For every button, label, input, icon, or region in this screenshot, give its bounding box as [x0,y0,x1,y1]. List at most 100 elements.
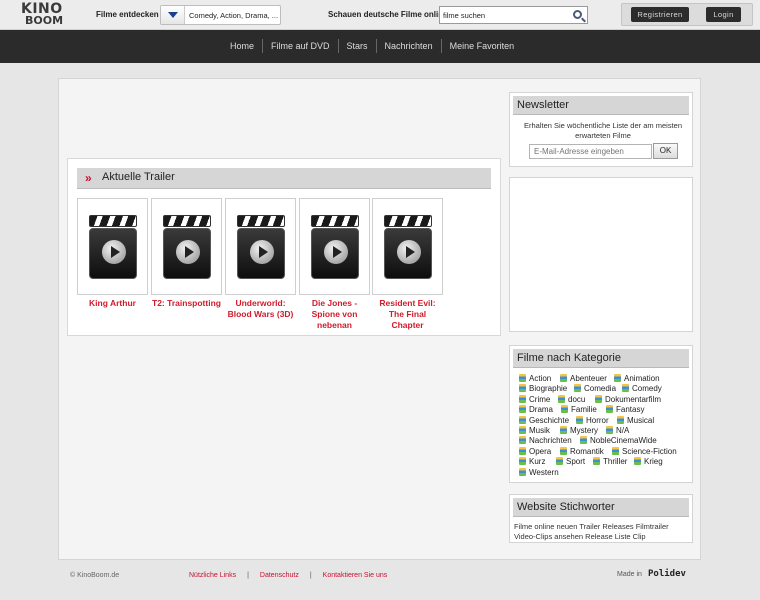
newsletter-panel: Newsletter Erhalten Sie wöchentliche Lis… [509,92,693,167]
category-link[interactable]: Opera [519,446,552,457]
category-book-icon [612,446,619,455]
trailer-title[interactable]: King Arthur [77,298,148,309]
search-icon[interactable] [573,10,582,19]
category-book-icon [622,384,629,393]
newsletter-ok-button[interactable]: OK [653,143,678,159]
category-label: Comedy [632,384,662,394]
trailer-card[interactable] [77,198,148,295]
category-link[interactable]: Crime [519,394,550,405]
category-link[interactable]: Familie [561,405,597,415]
login-button[interactable]: Login [706,7,741,22]
category-book-icon [558,394,565,403]
category-link[interactable]: NobleCinemaWide [580,436,657,446]
polidev-logo[interactable]: Polidev [648,569,686,579]
category-book-icon [614,374,621,382]
clapperboard-play-icon [384,215,432,279]
category-link[interactable]: Nachrichten [519,436,572,446]
category-link[interactable]: Drama [519,405,553,415]
chevron-down-icon [168,12,178,18]
newsletter-title: Newsletter [513,96,689,115]
category-book-icon [519,446,526,455]
register-button[interactable]: Registrieren [631,7,689,22]
trailer-card[interactable] [225,198,296,295]
category-link[interactable]: Krieg [634,457,663,467]
footer-link-contact[interactable]: Kontaktieren Sie uns [323,572,388,579]
genre-select[interactable]: Comedy, Action, Drama, ... [160,5,281,25]
category-label: Romantik [570,446,604,456]
category-book-icon [519,374,526,382]
trailer-title[interactable]: Underworld: Blood Wars (3D) [225,298,296,320]
category-link[interactable]: Comedy [622,384,662,394]
nav-item-meine-favoriten[interactable]: Meine Favoriten [442,39,523,53]
category-book-icon [593,457,600,466]
category-link[interactable]: Animation [614,374,660,384]
nav-item-filme-auf-dvd[interactable]: Filme auf DVD [263,39,339,53]
category-link[interactable]: Horror [576,415,609,426]
category-book-icon [617,415,624,424]
category-label: NobleCinemaWide [590,436,657,446]
main-nav: Home Filme auf DVD Stars Nachrichten Mei… [0,30,760,63]
category-book-icon [634,457,641,466]
categories-title: Filme nach Kategorie [513,349,689,368]
category-link[interactable]: Western [519,467,559,478]
newsletter-email-input[interactable] [529,144,652,159]
category-link[interactable]: Biographie [519,384,567,394]
category-book-icon [519,426,526,434]
category-label: Mystery [570,426,598,435]
footer-links: Nützliche Links | Datenschutz | Kontakti… [189,572,387,579]
category-link[interactable]: Science-Fiction [612,446,677,457]
category-label: docu [568,394,586,404]
category-book-icon [556,457,563,466]
category-link[interactable]: Musik [519,426,550,436]
dropdown-toggle[interactable] [161,6,185,24]
category-link[interactable]: Comedia [574,384,616,394]
trailer-card[interactable] [151,198,222,295]
footer-separator: | [309,572,312,579]
category-link[interactable]: Dokumentarfilm [595,394,662,405]
category-label: N/A [616,426,630,435]
category-label: Fantasy [616,405,645,415]
category-book-icon [580,436,587,445]
nav-item-nachrichten[interactable]: Nachrichten [377,39,442,53]
category-label: Musical [627,415,655,425]
kinoboom-logo[interactable]: KINO BOOM [21,2,65,27]
trailer-title[interactable]: Resident Evil: The Final Chapter [372,298,443,331]
category-book-icon [576,415,583,424]
trailer-title[interactable]: T2: Trainspotting [151,298,222,309]
category-label: Biographie [529,384,568,394]
category-label: Opera [529,446,552,456]
nav-list: Home Filme auf DVD Stars Nachrichten Mei… [222,39,522,53]
logo-line2: BOOM [25,14,64,27]
category-link[interactable]: Thriller [593,457,627,467]
category-link[interactable]: Abenteuer [560,374,607,384]
footer-link-useful[interactable]: Nützliche Links [189,572,236,579]
category-label: Sport [566,457,586,467]
category-label: Musik [529,426,550,435]
category-link[interactable]: Sport [556,457,585,467]
keywords-panel: Website Stichworter Filme online neuen T… [509,494,693,543]
trailer-card[interactable] [372,198,443,295]
category-label: Thriller [603,457,628,467]
category-link[interactable]: Geschichte [519,415,569,426]
category-book-icon [519,405,526,414]
nav-item-home[interactable]: Home [222,39,264,53]
category-link[interactable]: Romantik [560,446,604,457]
category-link[interactable]: Action [519,374,551,384]
category-link[interactable]: N/A [606,426,629,436]
category-book-icon [560,446,567,455]
category-link[interactable]: Fantasy [606,405,644,415]
category-link[interactable]: Mystery [560,426,598,436]
category-link[interactable]: docu [558,394,586,405]
category-label: Dokumentarfilm [605,394,662,404]
newsletter-text: Erhalten Sie wöchentliche Liste der am m… [524,121,682,140]
clapperboard-play-icon [311,215,359,279]
category-book-icon [560,374,567,382]
trailer-card[interactable] [299,198,370,295]
category-book-icon [519,467,526,476]
category-link[interactable]: Kurz [519,457,545,467]
category-link[interactable]: Musical [617,415,655,426]
nav-item-stars[interactable]: Stars [339,39,377,53]
search-input[interactable] [443,9,568,21]
trailer-title[interactable]: Die Jones - Spione von nebenan [299,298,370,331]
footer-link-privacy[interactable]: Datenschutz [260,572,299,579]
